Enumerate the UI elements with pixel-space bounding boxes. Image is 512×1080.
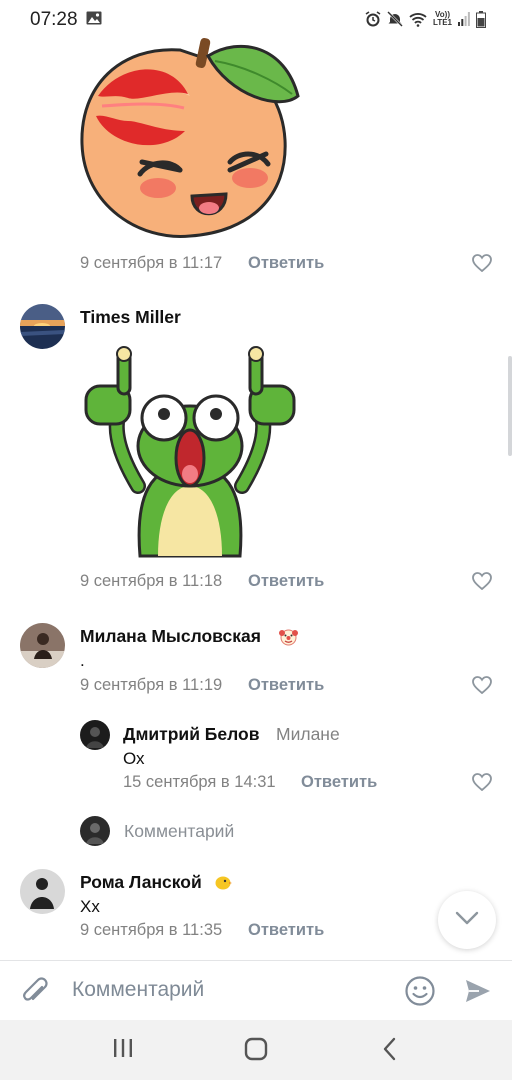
avatar[interactable]	[20, 623, 65, 668]
comment-date: 9 сентября в 11:18	[80, 572, 223, 590]
scroll-down-button[interactable]	[438, 891, 496, 949]
status-time: 07:28	[30, 9, 78, 30]
reply-to[interactable]: Милане	[276, 724, 340, 745]
recent-apps-icon[interactable]	[112, 1036, 134, 1060]
avatar[interactable]	[20, 869, 65, 914]
comment-text: Хх	[80, 897, 100, 916]
reply-button[interactable]: Ответить	[301, 773, 377, 792]
comment-date: 9 сентября в 11:35	[80, 921, 223, 939]
like-icon[interactable]	[472, 572, 492, 590]
back-icon[interactable]	[381, 1036, 399, 1062]
volte-indicator: Vo)) LTE1	[433, 10, 452, 27]
avatar[interactable]	[80, 720, 110, 750]
reply-button[interactable]: Ответить	[248, 676, 324, 695]
comment-author[interactable]: Рома Ланской	[80, 872, 202, 893]
comment-author[interactable]: Times Miller	[80, 307, 181, 328]
comment-author[interactable]: Милана Мысловская	[80, 626, 261, 647]
chick-emoji-icon	[215, 876, 232, 890]
home-icon[interactable]	[243, 1036, 269, 1062]
comment-text: .	[80, 651, 85, 670]
like-icon[interactable]	[472, 676, 492, 694]
mute-icon	[387, 11, 403, 27]
like-icon[interactable]	[472, 773, 492, 791]
dark-avatar-image	[80, 720, 110, 750]
sunset-avatar-image	[20, 304, 65, 349]
reply-author[interactable]: Дмитрий Белов	[123, 724, 259, 745]
status-icons: Vo)) LTE1	[365, 9, 486, 29]
comment-date: 9 сентября в 11:19	[80, 676, 223, 694]
reply-button[interactable]: Ответить	[248, 572, 324, 591]
person-avatar-image	[20, 623, 65, 668]
comment-input[interactable]: Комментарий	[72, 978, 204, 1002]
system-nav-bar	[0, 1020, 512, 1080]
attach-icon[interactable]	[22, 977, 50, 1007]
comment-input-bar: Комментарий	[0, 960, 512, 1021]
reply-text: Ох	[123, 749, 145, 768]
wifi-icon	[409, 12, 427, 27]
alarm-icon	[365, 11, 381, 27]
like-icon[interactable]	[472, 254, 492, 272]
reply-date: 15 сентября в 14:31	[123, 773, 276, 791]
avatar	[80, 816, 110, 846]
send-icon[interactable]	[464, 977, 492, 1005]
comment-date: 9 сентября в 11:17	[80, 254, 223, 272]
gallery-icon	[86, 11, 102, 25]
status-bar: 07:28 Vo)) LTE1	[0, 0, 512, 38]
chevron-down-icon	[455, 911, 479, 925]
avatar[interactable]	[20, 304, 65, 349]
signal-icon	[458, 12, 470, 26]
scrollbar-thumb[interactable]	[508, 356, 512, 456]
thread-comment-input[interactable]: Комментарий	[124, 821, 234, 842]
clown-emoji-icon	[279, 629, 298, 646]
battery-icon	[476, 10, 486, 28]
person-avatar-image	[20, 869, 65, 914]
emoji-icon[interactable]	[404, 975, 436, 1007]
peach-sticker	[80, 38, 300, 238]
frog-sticker	[84, 346, 296, 558]
reply-button[interactable]: Ответить	[248, 254, 324, 273]
user-avatar-image	[80, 816, 110, 846]
reply-button[interactable]: Ответить	[248, 921, 324, 940]
